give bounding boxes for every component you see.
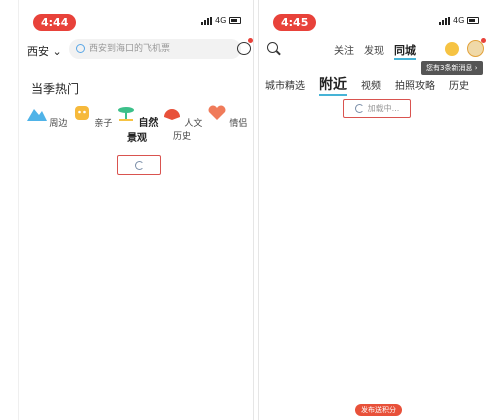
status-indicators: 4G [439, 16, 480, 25]
network-label: 4G [215, 16, 227, 25]
subtab-lishi[interactable]: 历史 [449, 77, 469, 92]
search-icon[interactable] [267, 42, 278, 53]
search-icon [76, 44, 85, 53]
status-time: 4:45 [273, 14, 317, 31]
tab-tongcheng[interactable]: 同城 [394, 42, 416, 60]
category-item-ziranjingguan[interactable]: 自然景观 [115, 105, 159, 144]
activity-icon[interactable] [445, 42, 459, 56]
category-label: 亲子 [94, 119, 113, 129]
city-selector[interactable]: 西安 ⌄ [27, 43, 62, 59]
mountain-icon [26, 109, 47, 121]
kid-face-icon [74, 106, 89, 120]
category-item-renwenlishi[interactable]: 人文历史 [160, 105, 204, 144]
publish-button[interactable]: 发布送积分 [355, 404, 402, 416]
section-title: 当季热门 [31, 82, 80, 96]
message-icon[interactable] [237, 42, 251, 55]
signal-icon [439, 16, 450, 25]
battery-icon [229, 17, 242, 24]
category-item-qinglv[interactable]: 情侣 [205, 105, 249, 144]
palm-tree-icon [117, 107, 134, 121]
spinner-icon [134, 160, 144, 170]
notification-dot [481, 38, 486, 43]
tab-faxian[interactable]: 发现 [364, 42, 384, 60]
notice-text: 您有3条新消息 [426, 64, 473, 72]
network-label: 4G [453, 16, 465, 25]
category-label: 情侣 [229, 119, 248, 129]
loading-indicator: 加载中... [343, 99, 411, 118]
new-message-tooltip[interactable]: 您有3条新消息 › [421, 61, 483, 75]
chevron-down-icon: ⌄ [52, 45, 62, 58]
search-input[interactable]: 西安到海口的飞机票 [69, 39, 241, 59]
subtab-shipin[interactable]: 视频 [361, 77, 381, 92]
spinner-icon [354, 104, 364, 113]
signal-icon [201, 16, 212, 25]
subtab-chengshijingxuan[interactable]: 城市精选 [265, 77, 305, 92]
sub-tabs: 城市精选 附近 视频 拍照攻略 历史 [265, 74, 500, 96]
status-time: 4:44 [33, 14, 77, 31]
category-label: 自然景观 [127, 118, 159, 144]
search-placeholder: 西安到海口的飞机票 [89, 44, 171, 54]
category-label: 周边 [49, 119, 68, 129]
tab-guanzhu[interactable]: 关注 [334, 42, 354, 60]
category-item-qinzi[interactable]: 亲子 [70, 105, 114, 144]
category-label: 人文历史 [172, 119, 203, 142]
subtab-paizhaogonglue[interactable]: 拍照攻略 [395, 77, 435, 92]
category-row: 周边 亲子 自然景观 人文历史 情侣 [19, 105, 253, 144]
notification-dot [248, 38, 253, 43]
left-phone-screen: 4:44 4G 西安 ⌄ 西安到海口的飞机票 当季热门 周边 亲子 自然景观 人… [18, 0, 254, 420]
heart-icon [208, 105, 226, 120]
chevron-right-icon: › [474, 64, 478, 72]
battery-icon [467, 17, 480, 24]
subtab-fujin[interactable]: 附近 [319, 74, 347, 96]
category-item-zhoubian[interactable]: 周边 [25, 105, 69, 144]
city-label: 西安 [27, 45, 49, 58]
loading-indicator [117, 155, 161, 175]
status-indicators: 4G [201, 16, 242, 25]
right-phone-screen: 4:45 4G 关注 发现 同城 您有3条新消息 › 城市精选 附近 视频 拍照… [258, 0, 500, 420]
top-tabs: 关注 发现 同城 [334, 42, 416, 60]
loading-text: 加载中... [367, 104, 400, 113]
fan-icon [163, 109, 180, 120]
